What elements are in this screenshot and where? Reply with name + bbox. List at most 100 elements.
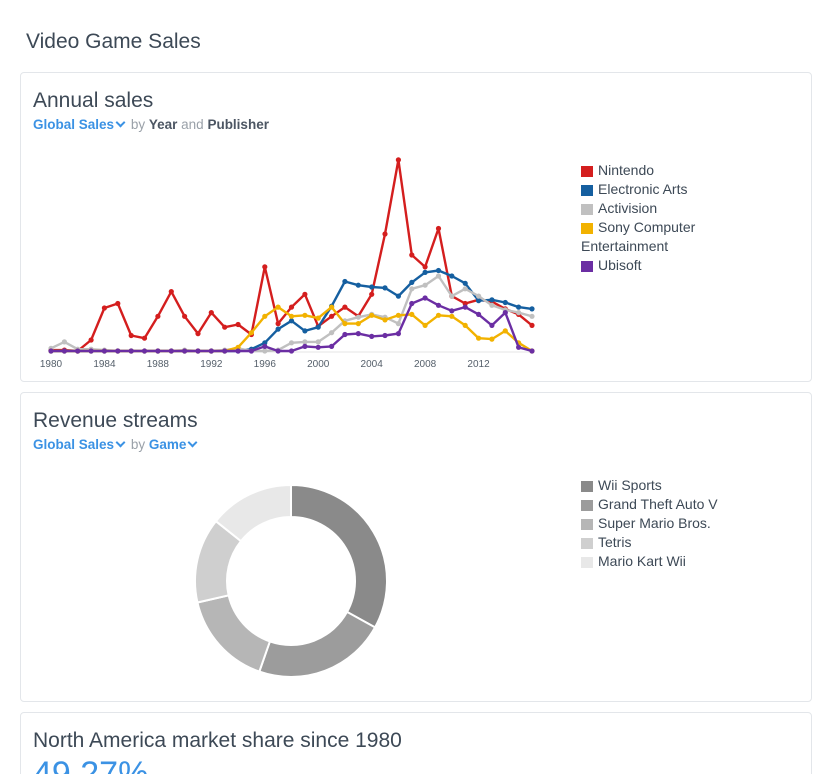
data-point[interactable] [141, 348, 148, 354]
data-point[interactable] [115, 348, 121, 354]
data-point[interactable] [516, 304, 522, 310]
data-point[interactable] [422, 269, 428, 275]
data-point[interactable] [449, 313, 455, 319]
data-point[interactable] [248, 348, 254, 354]
data-point[interactable] [329, 343, 335, 349]
data-point[interactable] [435, 273, 442, 279]
data-point[interactable] [516, 310, 522, 316]
data-point[interactable] [235, 321, 241, 328]
data-point[interactable] [529, 348, 535, 354]
data-point[interactable] [141, 335, 148, 341]
data-point[interactable] [315, 344, 321, 350]
data-point[interactable] [262, 343, 268, 349]
data-point[interactable] [288, 340, 295, 346]
data-point[interactable] [395, 293, 401, 299]
donut-slice-1[interactable] [258, 610, 377, 678]
data-point[interactable] [489, 336, 495, 342]
data-point[interactable] [355, 321, 361, 327]
dimension-year[interactable]: Year [149, 117, 178, 132]
data-point[interactable] [115, 300, 121, 307]
data-point[interactable] [302, 328, 308, 334]
data-point[interactable] [208, 310, 214, 316]
data-point[interactable] [262, 264, 268, 270]
legend-item-nintendo[interactable]: Nintendo [581, 161, 731, 180]
data-point[interactable] [75, 348, 81, 354]
data-point[interactable] [529, 306, 535, 312]
data-point[interactable] [409, 311, 415, 317]
data-point[interactable] [195, 348, 201, 354]
data-point[interactable] [182, 313, 188, 319]
data-point[interactable] [128, 332, 134, 339]
dimension-dropdown[interactable]: Game [149, 437, 200, 452]
data-point[interactable] [462, 280, 468, 286]
legend-item-gta-v[interactable]: Grand Theft Auto V [581, 495, 718, 514]
data-point[interactable] [355, 314, 361, 320]
data-point[interactable] [168, 289, 174, 295]
data-point[interactable] [168, 348, 174, 354]
data-point[interactable] [476, 335, 482, 341]
data-point[interactable] [422, 282, 428, 288]
data-point[interactable] [48, 348, 54, 354]
legend-item-electronic-arts[interactable]: Electronic Arts [581, 180, 731, 199]
data-point[interactable] [502, 328, 508, 334]
legend-item-ubisoft[interactable]: Ubisoft [581, 256, 731, 275]
data-point[interactable] [435, 267, 442, 274]
data-point[interactable] [155, 348, 161, 354]
data-point[interactable] [369, 291, 375, 297]
data-point[interactable] [342, 278, 348, 285]
data-point[interactable] [435, 302, 442, 308]
data-point[interactable] [302, 339, 308, 345]
data-point[interactable] [369, 284, 375, 290]
data-point[interactable] [369, 333, 375, 339]
metric-dropdown[interactable]: Global Sales [33, 437, 127, 452]
data-point[interactable] [288, 304, 295, 310]
data-point[interactable] [262, 313, 268, 319]
data-point[interactable] [88, 337, 94, 343]
data-point[interactable] [208, 348, 214, 354]
data-point[interactable] [88, 348, 94, 354]
data-point[interactable] [182, 348, 188, 354]
data-point[interactable] [476, 311, 482, 317]
dimension-publisher[interactable]: Publisher [207, 117, 269, 132]
data-point[interactable] [275, 304, 281, 310]
data-point[interactable] [502, 310, 508, 316]
data-point[interactable] [489, 302, 495, 308]
legend-item-mario-kart-wii[interactable]: Mario Kart Wii [581, 552, 718, 571]
data-point[interactable] [101, 348, 107, 354]
data-point[interactable] [101, 305, 107, 311]
donut-slice-2[interactable] [196, 594, 272, 673]
data-point[interactable] [529, 313, 535, 319]
data-point[interactable] [422, 322, 428, 328]
data-point[interactable] [435, 312, 442, 318]
data-point[interactable] [315, 315, 321, 321]
data-point[interactable] [449, 308, 455, 314]
data-point[interactable] [342, 304, 348, 310]
series-line-1[interactable] [51, 269, 533, 353]
data-point[interactable] [275, 348, 281, 354]
data-point[interactable] [302, 343, 308, 349]
data-point[interactable] [329, 304, 335, 310]
data-point[interactable] [476, 298, 482, 304]
data-point[interactable] [516, 344, 522, 350]
data-point[interactable] [462, 304, 468, 310]
data-point[interactable] [489, 297, 495, 303]
data-point[interactable] [329, 313, 335, 319]
metric-dropdown[interactable]: Global Sales [33, 117, 127, 132]
data-point[interactable] [409, 279, 415, 285]
data-point[interactable] [449, 273, 455, 279]
data-point[interactable] [395, 312, 401, 318]
data-point[interactable] [222, 324, 228, 330]
data-point[interactable] [489, 322, 495, 328]
data-point[interactable] [462, 286, 468, 292]
data-point[interactable] [342, 331, 348, 338]
data-point[interactable] [502, 299, 508, 306]
data-point[interactable] [302, 312, 308, 318]
data-point[interactable] [395, 331, 401, 337]
data-point[interactable] [61, 348, 67, 354]
data-point[interactable] [288, 348, 295, 354]
data-point[interactable] [235, 348, 241, 354]
data-point[interactable] [302, 291, 308, 297]
data-point[interactable] [529, 322, 535, 328]
data-point[interactable] [342, 321, 348, 327]
data-point[interactable] [355, 282, 361, 288]
